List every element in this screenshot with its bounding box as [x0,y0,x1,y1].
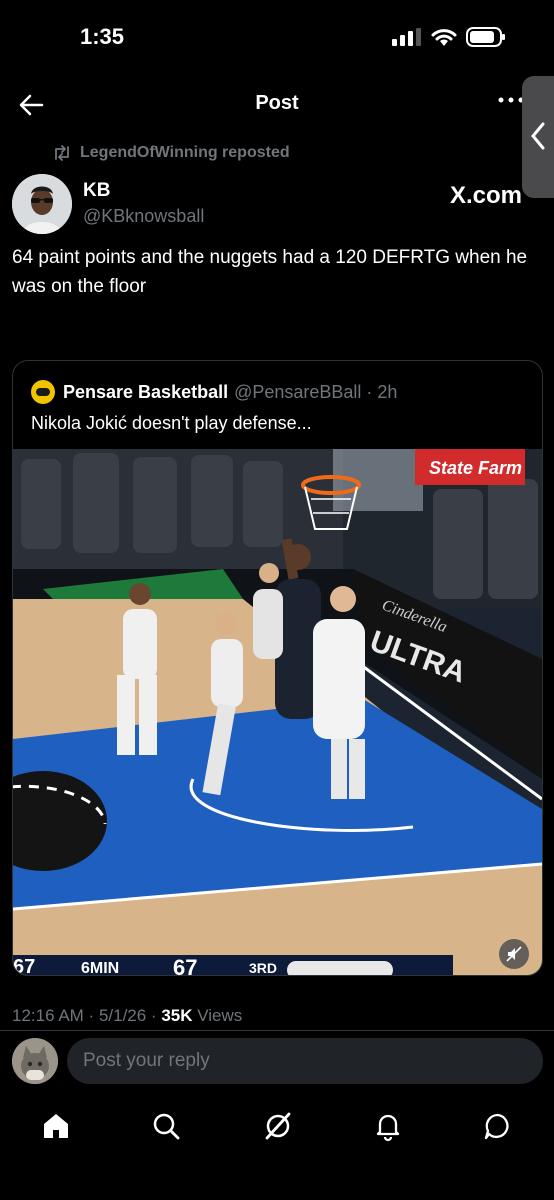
views-count[interactable]: 35K [161,1006,192,1025]
status-time: 1:35 [80,24,125,49]
pensare-logo-icon [31,380,55,404]
grok-icon[interactable] [262,1110,294,1142]
repost-text: LegendOfWinning reposted [80,144,290,161]
game-clock-label: 6MIN [81,960,119,976]
score-right: 67 [173,955,197,976]
video-frame: ULTRA Cinderella State Farm 67 6MIN 67 3… [13,449,542,976]
speaker-muted-icon [506,946,522,962]
avatar-image [12,174,72,234]
mute-icon[interactable] [499,939,529,969]
chevron-left-icon [531,122,545,150]
quoted-author-name: Pensare Basketball [63,381,229,402]
views-label: Views [197,1006,243,1025]
repost-icon [55,145,69,161]
quoted-author-handle: @PensareBBall · 2h [234,381,398,402]
statefarm-sign-text: State Farm [429,458,522,478]
xcom-badge: X.com [450,182,523,209]
author-name[interactable]: KB [83,180,110,202]
battery-icon [466,27,505,47]
video-player[interactable]: ULTRA Cinderella State Farm 67 6MIN 67 3… [13,449,542,976]
current-user-avatar[interactable] [12,1038,58,1084]
post-date: 5/1/26 [98,1006,147,1025]
page-title: Post [255,92,299,114]
side-panel-tab[interactable] [522,76,554,198]
search-icon[interactable] [150,1110,182,1142]
post-header: Post [0,76,554,132]
period-label: 3RD [249,960,277,976]
wifi-icon [431,29,457,46]
signal-icon [392,28,421,46]
quoted-post-header: Pensare Basketball @PensareBBall · 2h [31,379,397,405]
score-left: 67 [13,956,35,976]
bottom-nav [0,1100,554,1150]
notifications-icon[interactable] [372,1110,404,1142]
quoted-post-text: Nikola Jokić doesn't play defense... [31,413,312,433]
quoted-post[interactable]: Pensare Basketball @PensareBBall · 2h Ni… [12,360,543,976]
reply-input[interactable] [67,1038,543,1084]
author-handle[interactable]: @KBknowsball [83,206,204,227]
post-text: 64 paint points and the nuggets had a 12… [12,247,528,297]
post-time: 12:16 AM [12,1006,84,1025]
author-avatar[interactable] [12,174,72,234]
cat-avatar-image [12,1038,58,1084]
messages-icon[interactable] [482,1110,514,1142]
repost-indicator[interactable]: LegendOfWinning reposted [52,142,290,164]
divider [0,1030,554,1031]
home-icon[interactable] [40,1110,72,1142]
status-bar: 1:35 [0,0,554,76]
post-meta: 12:16 AM · 5/1/26 · 35K Views [12,1006,243,1025]
